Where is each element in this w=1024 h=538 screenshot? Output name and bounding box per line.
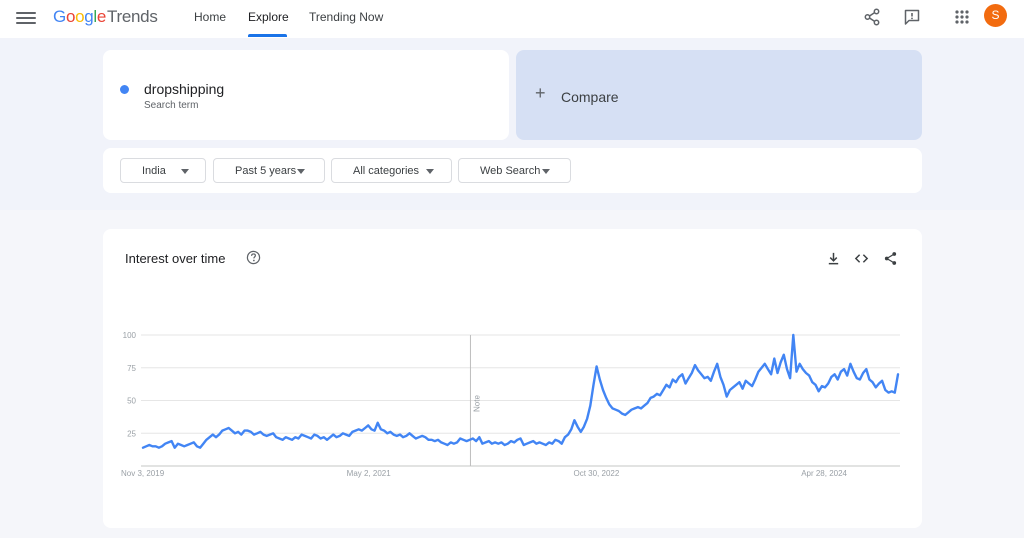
add-icon: +: [535, 83, 546, 103]
y-tick-label: 100: [123, 331, 137, 340]
logo-letter: G: [53, 7, 66, 26]
time-range-dropdown[interactable]: Past 5 years: [213, 158, 325, 183]
chevron-down-icon: [297, 169, 305, 174]
logo-letter: e: [96, 7, 107, 26]
nav-tab-trending-now[interactable]: Trending Now: [309, 10, 383, 24]
category-value: All categories: [353, 165, 420, 177]
logo-google-text: Google: [53, 7, 106, 26]
logo-trends-text: Trends: [107, 7, 158, 26]
chevron-down-icon: [542, 169, 550, 174]
top-app-bar: GoogleTrends Home Explore Trending Now S: [0, 0, 1024, 38]
region-value: India: [142, 165, 166, 177]
region-dropdown[interactable]: India: [120, 158, 206, 183]
y-tick-label: 75: [127, 364, 136, 373]
search-term-card[interactable]: dropshipping Search term: [103, 50, 509, 140]
logo-letter: o: [65, 7, 76, 26]
x-tick-label: May 2, 2021: [347, 469, 392, 478]
share-icon[interactable]: [863, 8, 881, 26]
y-tick-label: 25: [127, 429, 136, 438]
google-trends-logo[interactable]: GoogleTrends: [53, 7, 158, 27]
filter-bar: India Past 5 years All categories Web Se…: [103, 148, 922, 193]
y-tick-label: 50: [127, 397, 136, 406]
menu-icon[interactable]: [16, 9, 36, 27]
account-avatar[interactable]: S: [984, 4, 1007, 27]
search-type-dropdown[interactable]: Web Search: [458, 158, 571, 183]
feedback-icon[interactable]: [903, 8, 921, 26]
search-term-name[interactable]: dropshipping: [144, 81, 224, 97]
search-term-subtitle: Search term: [144, 100, 199, 111]
active-tab-indicator: [248, 34, 287, 37]
chevron-down-icon: [181, 169, 189, 174]
apps-icon[interactable]: [953, 8, 971, 26]
time-range-value: Past 5 years: [235, 165, 297, 177]
category-dropdown[interactable]: All categories: [331, 158, 452, 183]
nav-tab-home[interactable]: Home: [194, 10, 226, 24]
x-tick-label: Oct 30, 2022: [573, 469, 619, 478]
x-tick-label: Nov 3, 2019: [121, 469, 165, 478]
series-line: [141, 333, 900, 449]
search-type-value: Web Search: [480, 165, 541, 177]
compare-button[interactable]: + Compare: [516, 50, 922, 140]
nav-tab-explore[interactable]: Explore: [248, 10, 289, 24]
interest-over-time-card: Interest over time 25 50 75 100 Nov 3, 2019 M…: [103, 229, 922, 528]
note-label: Note: [472, 395, 481, 412]
term-color-dot: [120, 85, 129, 94]
x-tick-label: Apr 28, 2024: [801, 469, 847, 478]
logo-letter: o: [75, 7, 85, 26]
chevron-down-icon: [426, 169, 434, 174]
compare-label: Compare: [561, 89, 619, 105]
interest-line-chart: 25 50 75 100 Nov 3, 2019 May 2, 2021 Oct 30, 2…: [121, 331, 900, 478]
